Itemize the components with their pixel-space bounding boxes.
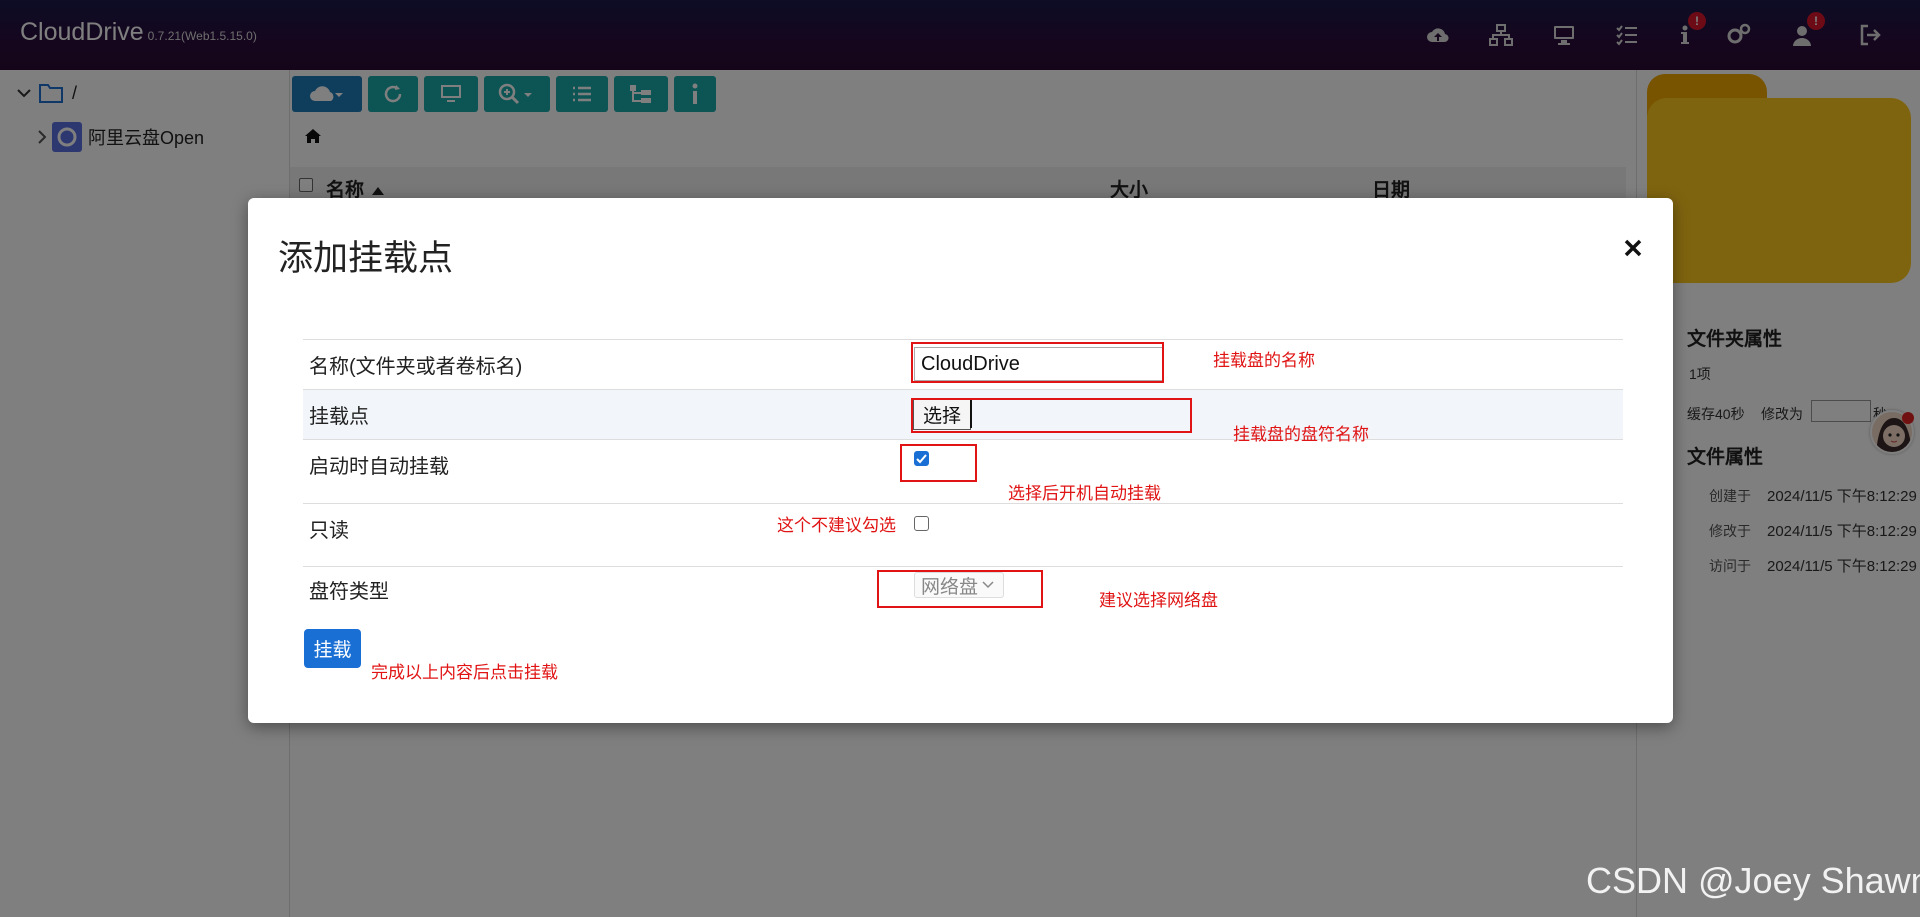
annotation-box-automount — [900, 444, 977, 482]
name-label: 名称(文件夹或者卷标名) — [309, 356, 523, 378]
watermark: CSDN @Joey Shawn — [1586, 860, 1920, 901]
mount-button[interactable]: 挂载 — [304, 629, 361, 668]
annotation-mount: 完成以上内容后点击挂载 — [371, 663, 558, 682]
mountpoint-label: 挂载点 — [309, 406, 369, 428]
drive-type-label: 盘符类型 — [309, 581, 389, 603]
annotation-readonly: 这个不建议勾选 — [777, 516, 896, 535]
annotation-drive-type: 建议选择网络盘 — [1099, 591, 1218, 610]
annotation-mountpoint: 挂载盘的盘符名称 — [1233, 425, 1369, 444]
close-icon[interactable] — [1623, 238, 1643, 258]
annotation-box-drive-type — [877, 570, 1043, 608]
annotation-box-name — [911, 342, 1164, 383]
annotation-automount: 选择后开机自动挂载 — [1008, 484, 1161, 503]
form-row-readonly: 只读 — [303, 503, 1623, 566]
readonly-checkbox[interactable] — [914, 516, 929, 531]
annotation-name: 挂载盘的名称 — [1213, 351, 1315, 370]
readonly-label: 只读 — [309, 520, 349, 542]
annotation-box-mountpoint — [911, 398, 1192, 433]
dialog-title: 添加挂载点 — [278, 239, 454, 278]
automount-label: 启动时自动挂载 — [309, 456, 449, 478]
